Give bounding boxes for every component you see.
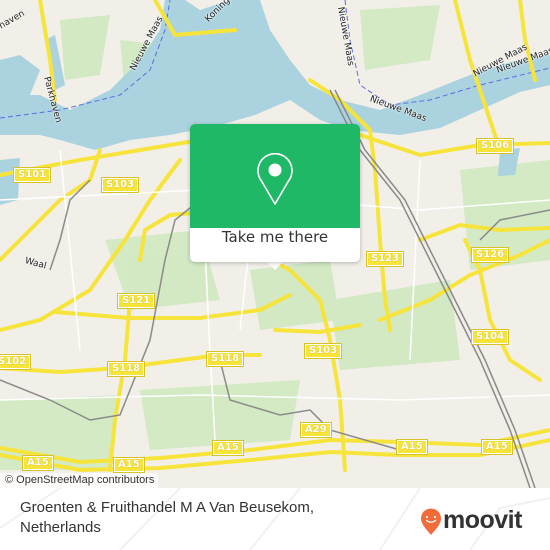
road-shield: S118 [106, 361, 146, 377]
moovit-wordmark: moovit [443, 506, 522, 534]
place-name: Groenten & Fruithandel M A Van Beusekom,… [20, 499, 315, 536]
road-shield: S104 [470, 329, 510, 345]
road-shield: A15 [212, 440, 244, 456]
moovit-logo[interactable]: moovit [420, 506, 540, 538]
road-shield: S121 [116, 293, 156, 309]
road-shield: S103 [303, 343, 343, 359]
popup-pointer [266, 261, 284, 270]
road-shield: S102 [0, 354, 32, 370]
moovit-pin-icon [421, 508, 441, 535]
road-shield: S126 [470, 247, 510, 263]
road-shield: A15 [481, 439, 513, 455]
road-shield: S101 [12, 167, 52, 183]
popup-card: Take me there [190, 124, 360, 262]
road-shield: A15 [113, 457, 145, 473]
road-shield: A15 [396, 439, 428, 455]
road-shield: S123 [365, 251, 405, 267]
road-shield: S103 [100, 177, 140, 193]
take-me-there-button[interactable]: Take me there [190, 228, 360, 262]
road-shield: A29 [300, 422, 332, 438]
road-shield: S106 [475, 138, 515, 154]
road-shield: A15 [22, 455, 54, 471]
popup-header [190, 124, 360, 228]
location-popup: Take me there [190, 124, 360, 270]
map-pin-icon [257, 153, 293, 205]
road-shield: S118 [205, 351, 245, 367]
map-attribution[interactable]: © OpenStreetMap contributors [0, 473, 159, 488]
